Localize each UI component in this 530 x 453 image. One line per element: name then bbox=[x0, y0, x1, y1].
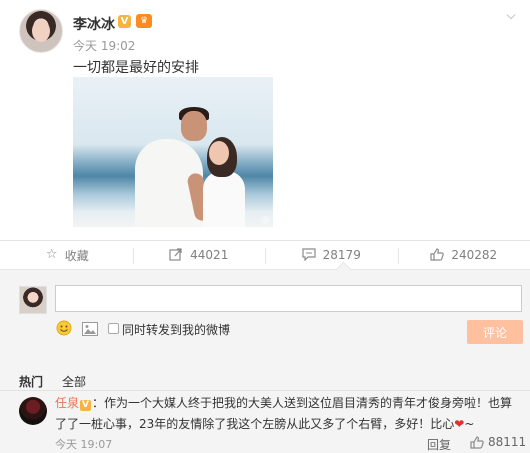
post-timestamp[interactable]: 今天 19:02 bbox=[73, 37, 135, 54]
post-text: 一切都是最好的安排 bbox=[73, 60, 199, 76]
chevron-down-icon[interactable]: ⌵ bbox=[504, 8, 518, 22]
comment-icon bbox=[302, 248, 318, 262]
photo-watermark: @ bbox=[261, 215, 270, 225]
author-name[interactable]: 李冰冰 bbox=[73, 14, 115, 34]
favorite-label: 收藏 bbox=[64, 248, 89, 263]
like-count: 240282 bbox=[451, 248, 498, 262]
comment-input[interactable] bbox=[55, 285, 522, 312]
share-icon bbox=[169, 248, 185, 262]
like-button[interactable]: 240282 bbox=[397, 241, 530, 269]
photo-woman bbox=[203, 171, 245, 227]
weibo-post: 李冰冰 V ♛ ⌵ 今天 19:02 一切都是最好的安排 @ bbox=[0, 0, 530, 240]
comment-section: 同时转发到我的微博 评论 热门 全部 任泉 V ：作为一个大媒人终于把我的大美人送到… bbox=[0, 261, 530, 453]
repost-checkbox[interactable] bbox=[108, 323, 119, 334]
thumbs-up-icon bbox=[470, 435, 484, 449]
comment-count: 28179 bbox=[322, 248, 361, 262]
post-action-bar: ☆ 收藏 44021 28179 240282 bbox=[0, 240, 530, 270]
comment-timestamp: 今天 19:07 bbox=[55, 438, 113, 451]
emoji-icon[interactable] bbox=[56, 320, 72, 336]
post-photo[interactable]: @ bbox=[73, 77, 273, 227]
tab-all[interactable]: 全部 bbox=[62, 373, 86, 390]
comment-text-line2: 了了一桩心事，23年的友情除了我这个左膀从此又多了个右臂，多好！比心❤~ bbox=[55, 415, 474, 432]
commenter-verified-badge: V bbox=[80, 400, 92, 411]
comment-text-line1: 任泉 V ：作为一个大媒人终于把我的大美人送到这位眉目清秀的青年才俊身旁啦！也算 bbox=[55, 394, 512, 411]
comment-button[interactable]: 28179 bbox=[265, 241, 398, 269]
share-button[interactable]: 44021 bbox=[132, 241, 266, 269]
comment-like-button[interactable]: 88111 bbox=[470, 435, 526, 449]
comment-body-line1: ：作为一个大媒人终于把我的大美人送到这位眉目清秀的青年才俊身旁啦！也算 bbox=[92, 396, 513, 410]
my-avatar[interactable] bbox=[19, 286, 47, 314]
vip-badge-icon: ♛ bbox=[136, 14, 152, 28]
author-avatar[interactable] bbox=[19, 9, 63, 53]
heart-icon: ❤ bbox=[454, 417, 465, 431]
star-icon: ☆ bbox=[45, 247, 58, 262]
submit-comment-button[interactable]: 评论 bbox=[467, 320, 523, 344]
tab-hot[interactable]: 热门 bbox=[19, 373, 43, 390]
comment-body-suffix: ~ bbox=[464, 417, 475, 431]
share-count: 44021 bbox=[190, 248, 229, 262]
tab-divider bbox=[0, 390, 530, 391]
verified-badge: V bbox=[118, 15, 131, 28]
comment-body-line2: 了了一桩心事，23年的友情除了我这个左膀从此又多了个右臂，多好！比心 bbox=[55, 417, 455, 431]
image-icon[interactable] bbox=[82, 321, 98, 336]
repost-label[interactable]: 同时转发到我的微博 bbox=[122, 321, 230, 338]
commenter-avatar[interactable] bbox=[19, 397, 47, 425]
comment-like-count: 88111 bbox=[488, 435, 527, 449]
favorite-button[interactable]: ☆ 收藏 bbox=[0, 241, 133, 269]
commenter-name[interactable]: 任泉 bbox=[55, 396, 79, 410]
reply-button[interactable]: 回复 bbox=[427, 436, 451, 453]
thumbs-up-icon bbox=[430, 248, 446, 262]
